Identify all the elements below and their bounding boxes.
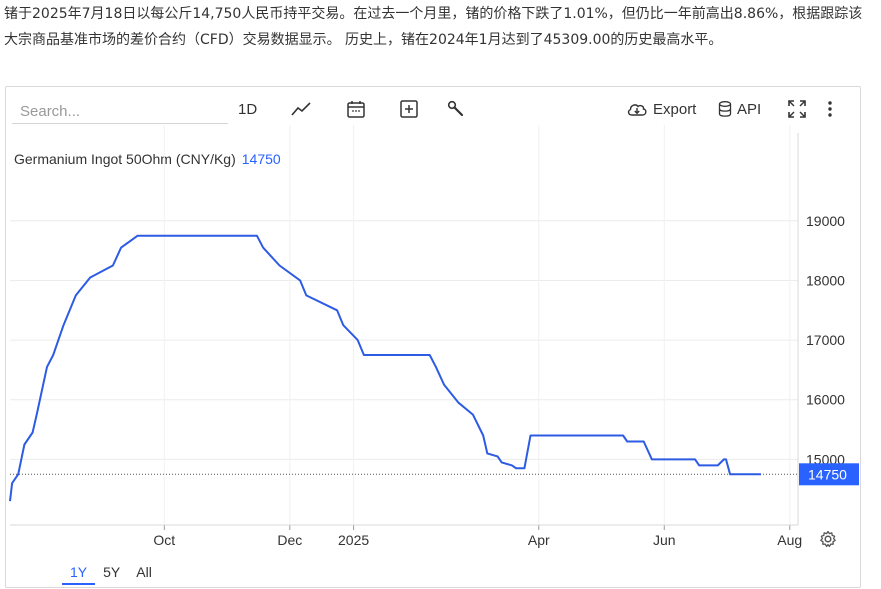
last-price-badge-label: 14750 (808, 466, 847, 482)
series-name: Germanium Ingot 50Ohm (CNY/Kg) (14, 151, 236, 167)
series-line (9, 234, 761, 502)
x-tick-label: Dec (277, 532, 302, 548)
gear-icon (820, 530, 836, 548)
y-tick-label: 17000 (806, 332, 845, 348)
commodity-summary-text: 锗于2025年7月18日以每公斤14,750人民币持平交易。在过去一个月里，锗的… (4, 6, 863, 48)
range-5y[interactable]: 5Y (95, 561, 128, 585)
x-tick-label: Apr (528, 532, 550, 548)
y-tick-label: 18000 (806, 272, 845, 288)
series-last-value: 14750 (242, 151, 281, 167)
price-chart: Germanium Ingot 50Ohm (CNY/Kg) 14750 1500… (9, 125, 859, 548)
y-tick-label: 16000 (806, 392, 845, 408)
x-tick-label: 2025 (338, 532, 369, 548)
chart-widget: 1D (5, 86, 861, 588)
chart-settings-button[interactable] (818, 529, 838, 553)
x-tick-label: Jun (653, 532, 676, 548)
svg-text:Germanium Ingot 50Ohm (CNY/Kg): Germanium Ingot 50Ohm (CNY/Kg) 14750 (14, 151, 281, 167)
range-1y[interactable]: 1Y (62, 561, 96, 585)
y-tick-label: 19000 (806, 213, 845, 229)
range-all[interactable]: All (128, 561, 160, 585)
x-tick-label: Aug (777, 532, 802, 548)
x-tick-label: Oct (153, 532, 175, 548)
range-selector: 1Y 5Y All (62, 561, 160, 585)
